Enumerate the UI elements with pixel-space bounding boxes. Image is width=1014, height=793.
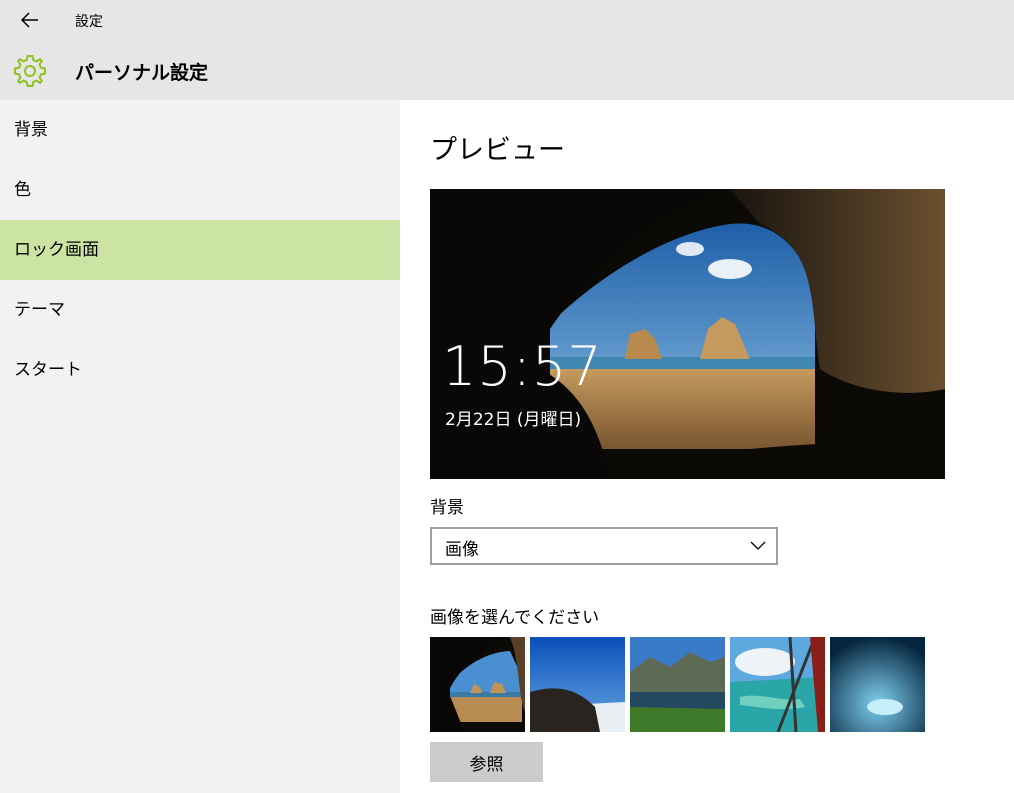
back-button[interactable]: [14, 4, 46, 36]
hill-sky-image: [530, 637, 625, 732]
window-title: 設定: [75, 14, 103, 30]
background-label: 背景: [430, 498, 464, 518]
preview-image: [430, 189, 945, 479]
browse-button[interactable]: 参照: [430, 742, 543, 782]
sidebar-item-lock-screen[interactable]: ロック画面: [0, 220, 400, 280]
sidebar-item-theme[interactable]: テーマ: [0, 280, 400, 340]
cave-beach-image: [430, 637, 525, 732]
sidebar-item-background[interactable]: 背景: [0, 100, 400, 160]
thumbnail-mountain-lake[interactable]: [630, 637, 725, 732]
lock-screen-preview: 15:57 2月22日 (月曜日): [430, 189, 945, 479]
back-arrow-icon: [21, 12, 38, 28]
thumbnail-aerial-coast[interactable]: [730, 637, 825, 732]
aerial-coast-image: [730, 637, 825, 732]
preview-time: 15:57: [442, 335, 603, 398]
ice-cave-image: [830, 637, 925, 732]
sidebar: 背景 色 ロック画面 テーマ スタート: [0, 100, 400, 793]
choose-image-label: 画像を選んでください: [430, 608, 600, 628]
title-bar: 設定 パーソナル設定: [0, 0, 1014, 100]
chevron-down-icon: [750, 541, 766, 550]
preview-date: 2月22日 (月曜日): [445, 410, 582, 430]
sidebar-item-color[interactable]: 色: [0, 160, 400, 220]
sidebar-item-start[interactable]: スタート: [0, 340, 400, 400]
background-dropdown-value: 画像: [445, 540, 479, 560]
page-title: パーソナル設定: [75, 62, 209, 84]
preview-heading: プレビュー: [430, 135, 565, 166]
main-content: プレビュー 15:57 2月22日 (月曜日) 背景 画像 画像を選んでください…: [400, 100, 1014, 793]
gear-icon: [14, 55, 46, 87]
thumbnail-cave-beach[interactable]: [430, 637, 525, 732]
thumbnail-ice-cave[interactable]: [830, 637, 925, 732]
background-dropdown[interactable]: 画像: [430, 527, 778, 565]
mountain-lake-image: [630, 637, 725, 732]
thumbnail-hill-sky[interactable]: [530, 637, 625, 732]
